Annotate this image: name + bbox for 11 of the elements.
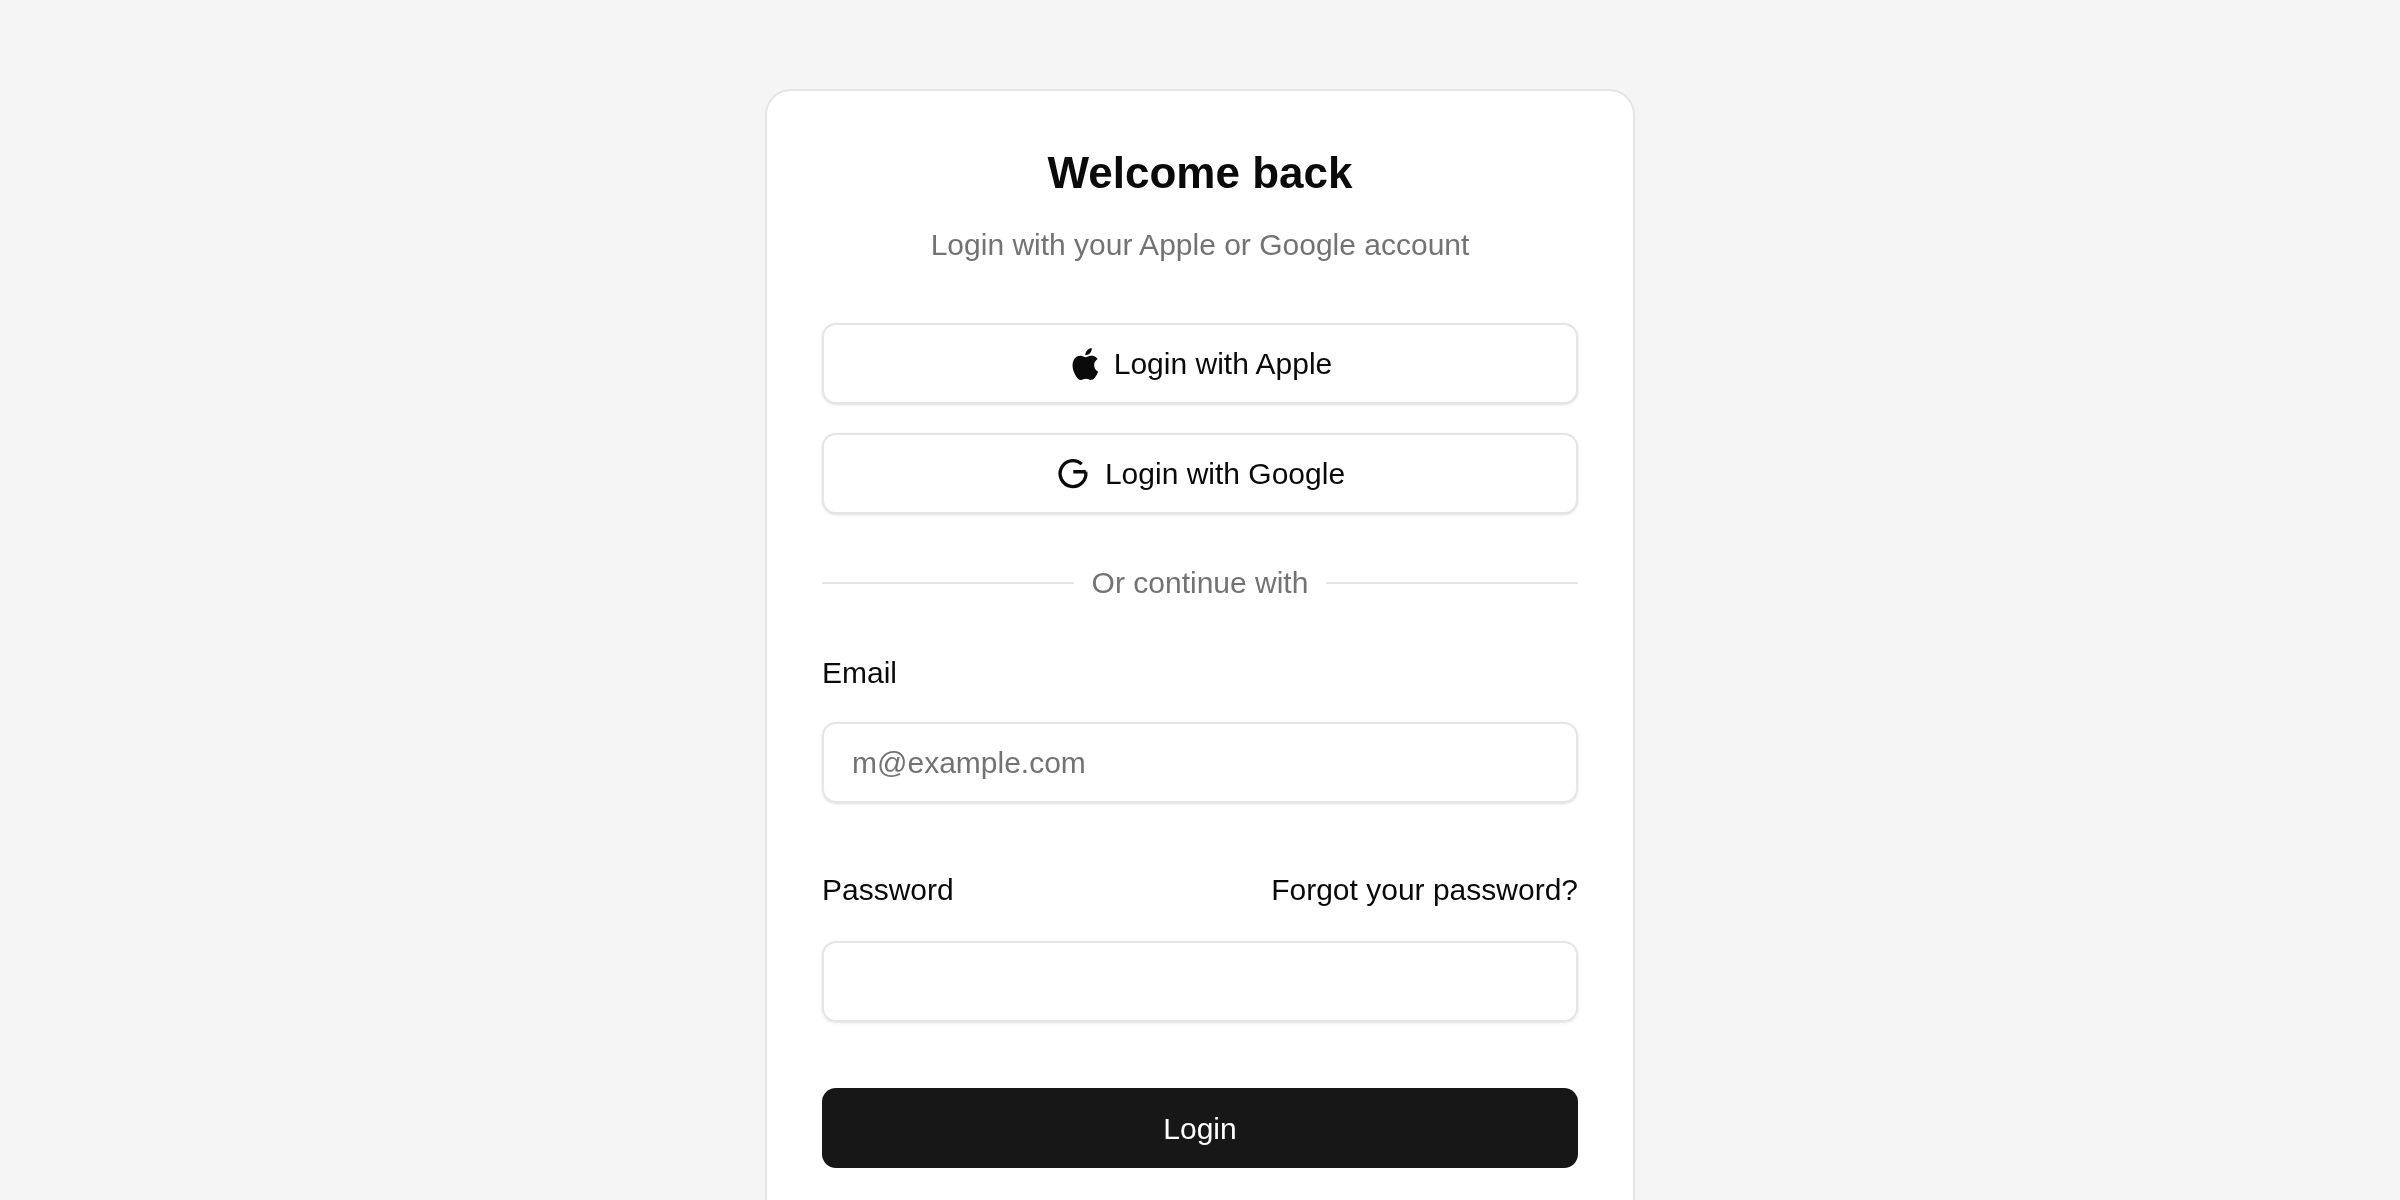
field-label: Email (822, 655, 897, 691)
email-field[interactable]: m@example.com (822, 722, 1578, 803)
password-field[interactable] (822, 941, 1578, 1022)
google-login-button[interactable]: Login with Google (822, 433, 1578, 514)
title: Welcome back (1046, 147, 1354, 199)
login-button[interactable]: Login (822, 1088, 1578, 1168)
divider-text: Or continue with (1091, 565, 1309, 601)
field-label: Password (822, 872, 954, 908)
forgot-password-link[interactable]: Forgot your password? (1271, 870, 1578, 910)
apple-login-button[interactable]: Login with Apple (822, 323, 1578, 404)
subtitle: Login with your Apple or Google account (929, 227, 1471, 263)
